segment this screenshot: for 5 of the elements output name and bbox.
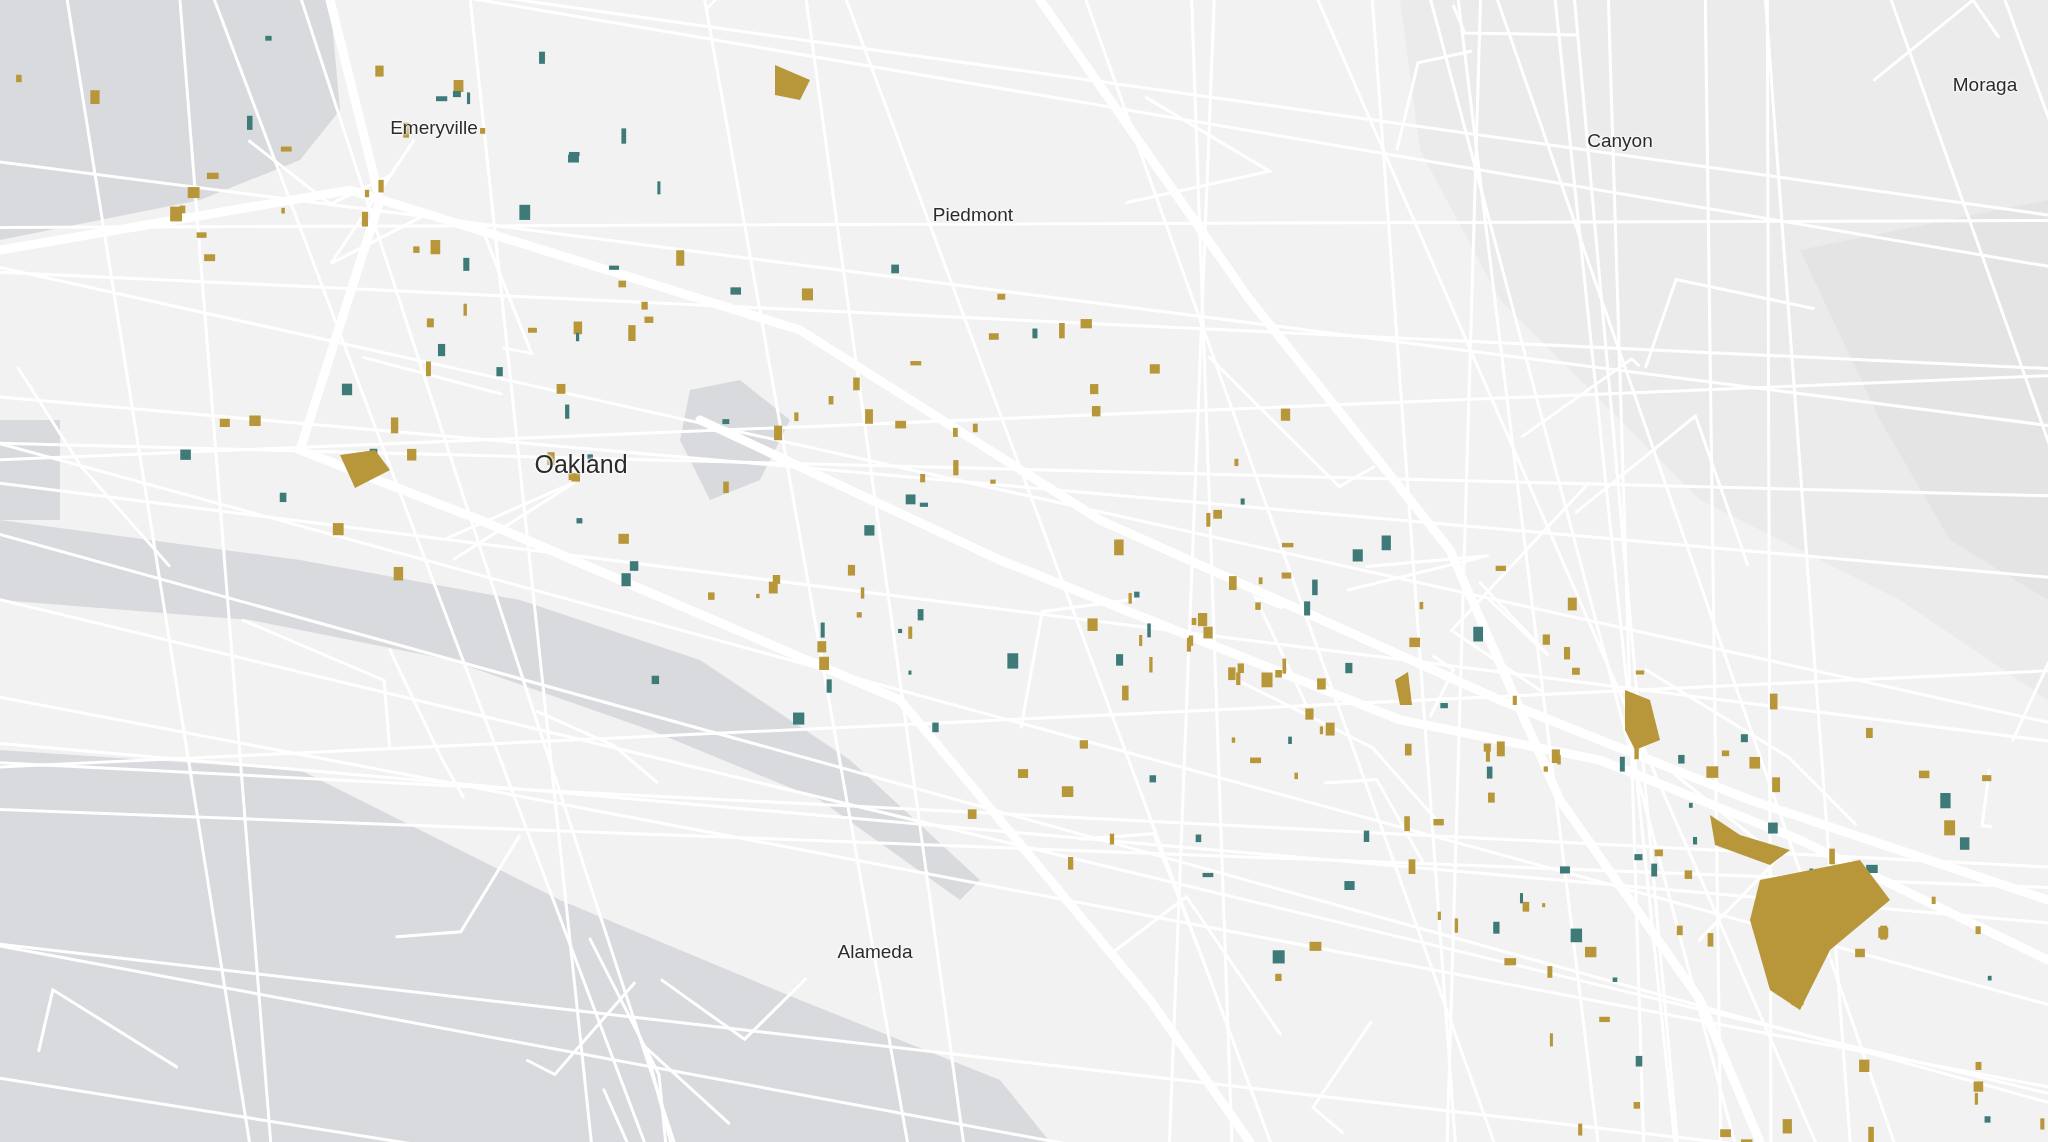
place-label: Piedmont [932, 204, 1014, 226]
place-label: Canyon [1587, 130, 1653, 152]
place-label: Moraga [1952, 74, 2018, 96]
place-label: Oakland [534, 449, 628, 479]
place-label: Alameda [837, 941, 913, 963]
